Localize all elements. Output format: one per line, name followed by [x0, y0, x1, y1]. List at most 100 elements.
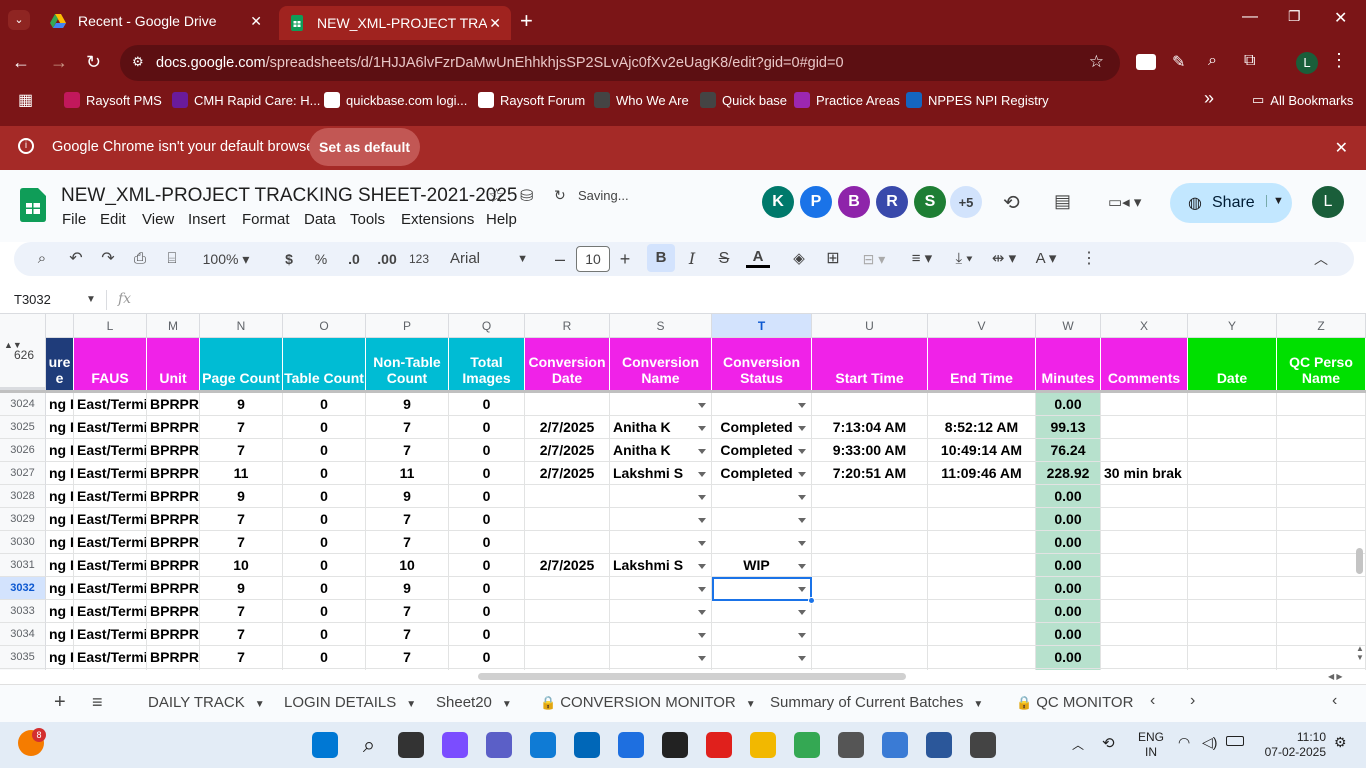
- table-cell[interactable]: 11:09:46 AM: [928, 462, 1036, 485]
- table-cell[interactable]: [1277, 554, 1366, 577]
- table-cell[interactable]: [812, 554, 928, 577]
- app-icon[interactable]: [882, 732, 908, 758]
- undo-icon[interactable]: ↶: [66, 248, 86, 270]
- table-cell[interactable]: ng Pr: [46, 531, 74, 554]
- table-cell[interactable]: ng Pr: [46, 646, 74, 669]
- table-cell[interactable]: East/Termir: [74, 600, 147, 623]
- table-cell[interactable]: [525, 508, 610, 531]
- table-cell[interactable]: 228.92: [1036, 462, 1101, 485]
- table-cell[interactable]: East/Termir: [74, 623, 147, 646]
- table-cell[interactable]: [712, 669, 812, 670]
- table-cell[interactable]: [610, 577, 712, 600]
- table-cell[interactable]: [525, 623, 610, 646]
- table-cell[interactable]: [1188, 393, 1277, 416]
- column-header-n[interactable]: N: [200, 314, 283, 338]
- table-cell[interactable]: [610, 600, 712, 623]
- table-cell[interactable]: [1101, 485, 1188, 508]
- table-cell[interactable]: Lakshmi S: [610, 554, 712, 577]
- table-cell[interactable]: East/Termir: [74, 531, 147, 554]
- table-cell[interactable]: [928, 485, 1036, 508]
- table-cell[interactable]: [928, 508, 1036, 531]
- table-cell[interactable]: [1277, 646, 1366, 669]
- table-cell[interactable]: [1101, 554, 1188, 577]
- spreadsheet-grid[interactable]: ▲▼ 626 ure e L FAUS M Unit N Page Count O Table …: [0, 314, 1366, 670]
- table-cell[interactable]: [525, 600, 610, 623]
- column-header-u[interactable]: U: [812, 314, 928, 338]
- sheet-tab[interactable]: LOGIN DETAILS ▼: [284, 694, 416, 711]
- table-cell[interactable]: [525, 393, 610, 416]
- pen-icon[interactable]: ✎: [1172, 52, 1185, 72]
- chevron-down-icon[interactable]: ▼: [746, 699, 756, 710]
- table-cell[interactable]: [1188, 554, 1277, 577]
- table-cell[interactable]: 7:20:51 AM: [812, 462, 928, 485]
- table-cell[interactable]: 0: [449, 416, 525, 439]
- dropdown-arrow-icon[interactable]: [698, 518, 706, 523]
- table-cell[interactable]: ng Pr: [46, 508, 74, 531]
- bookmark-item[interactable]: Practice Areas: [794, 90, 900, 110]
- table-cell[interactable]: 0: [283, 623, 366, 646]
- table-cell[interactable]: 10: [200, 554, 283, 577]
- more-bookmarks-icon[interactable]: »: [1204, 88, 1214, 109]
- collaborator-avatar[interactable]: B: [838, 186, 870, 218]
- language-indicator[interactable]: ENG IN: [1138, 730, 1164, 760]
- dropdown-arrow-icon[interactable]: [798, 656, 806, 661]
- table-cell[interactable]: [610, 485, 712, 508]
- column-header-p[interactable]: P: [366, 314, 449, 338]
- table-cell[interactable]: 10:49:14 AM: [928, 439, 1036, 462]
- table-cell[interactable]: [1188, 439, 1277, 462]
- scroll-arrows-icon[interactable]: ▲ ▼: [1356, 644, 1364, 662]
- table-cell[interactable]: ng Pr: [46, 416, 74, 439]
- table-cell[interactable]: East/Termir: [74, 508, 147, 531]
- vpn-icon[interactable]: [618, 732, 644, 758]
- table-cell[interactable]: [1101, 669, 1188, 670]
- zoom-select[interactable]: 100% ▾: [194, 248, 258, 270]
- table-cell[interactable]: 0: [449, 462, 525, 485]
- table-cell[interactable]: 0.00: [1036, 646, 1101, 669]
- chevron-down-icon[interactable]: ▼: [255, 699, 265, 710]
- table-cell[interactable]: 0: [449, 577, 525, 600]
- dropdown-arrow-icon[interactable]: [698, 587, 706, 592]
- table-cell[interactable]: 7: [366, 646, 449, 669]
- dropdown-arrow-icon[interactable]: [798, 541, 806, 546]
- table-cell[interactable]: 0.00: [1036, 393, 1101, 416]
- table-cell[interactable]: East/Termir: [74, 577, 147, 600]
- table-cell[interactable]: [928, 600, 1036, 623]
- table-cell[interactable]: Completed: [712, 462, 812, 485]
- dropdown-arrow-icon[interactable]: [798, 633, 806, 638]
- volume-icon[interactable]: ◁): [1202, 734, 1217, 751]
- table-cell[interactable]: 0.00: [1036, 623, 1101, 646]
- bold-button[interactable]: B: [647, 244, 675, 272]
- close-icon[interactable]: ✕: [250, 13, 262, 30]
- table-cell[interactable]: [928, 669, 1036, 670]
- table-cell[interactable]: 0: [449, 600, 525, 623]
- table-cell[interactable]: 7:13:04 AM: [812, 416, 928, 439]
- table-cell[interactable]: 7: [200, 600, 283, 623]
- table-cell[interactable]: [610, 669, 712, 670]
- table-cell[interactable]: [1101, 577, 1188, 600]
- chevron-down-icon[interactable]: ▼: [86, 294, 96, 305]
- table-cell[interactable]: [1101, 508, 1188, 531]
- maximize-button[interactable]: ❐: [1288, 8, 1301, 25]
- table-cell[interactable]: 0: [283, 508, 366, 531]
- table-cell[interactable]: 30 min brak: [1101, 462, 1188, 485]
- chevron-down-icon[interactable]: ▼: [406, 699, 416, 710]
- sheet-tab[interactable]: 🔒 CONVERSION MONITOR ▼: [540, 694, 756, 711]
- wifi-icon[interactable]: ◠: [1178, 734, 1190, 751]
- next-sheet-icon[interactable]: ›: [1190, 692, 1195, 710]
- sheets-logo-icon[interactable]: [20, 188, 46, 222]
- minimize-button[interactable]: —: [1242, 8, 1258, 26]
- table-cell[interactable]: ng Pr: [46, 554, 74, 577]
- table-cell[interactable]: 0: [283, 577, 366, 600]
- table-cell[interactable]: 99.13: [1036, 416, 1101, 439]
- table-cell[interactable]: [525, 577, 610, 600]
- menu-extensions[interactable]: Extensions: [401, 211, 474, 228]
- table-cell[interactable]: 0: [449, 439, 525, 462]
- table-cell[interactable]: [1101, 623, 1188, 646]
- table-cell[interactable]: 0: [283, 485, 366, 508]
- word-icon[interactable]: [926, 732, 952, 758]
- zoom-icon[interactable]: ⌕: [1208, 52, 1217, 70]
- table-cell[interactable]: [1188, 623, 1277, 646]
- table-cell[interactable]: [610, 508, 712, 531]
- table-cell[interactable]: BPRPR: [147, 623, 200, 646]
- table-cell[interactable]: Completed: [712, 416, 812, 439]
